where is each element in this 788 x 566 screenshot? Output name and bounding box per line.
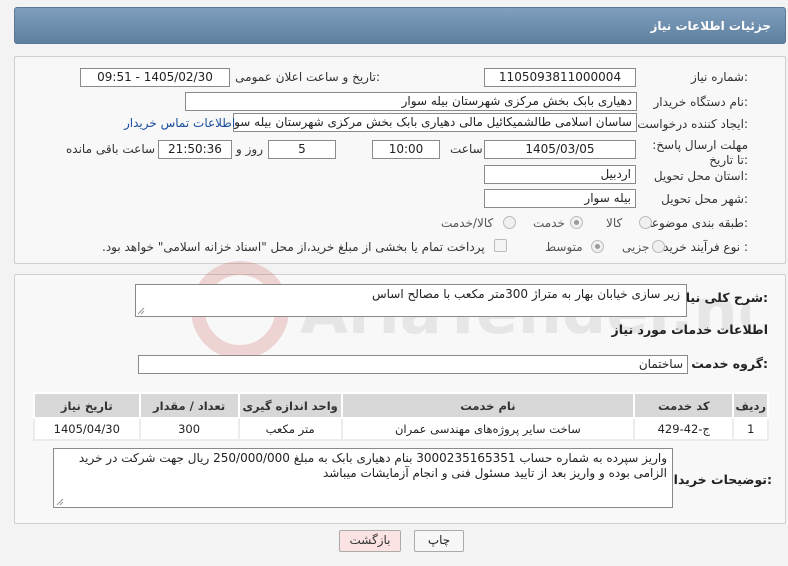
creator-field[interactable]: ساسان اسلامی طالشمیکائیل مالی دهیاری باب… <box>233 113 637 132</box>
announce-datetime-label: تاریخ و ساعت اعلان عمومی: <box>235 70 380 84</box>
cell-qty: 300 <box>138 417 240 441</box>
creator-label: ایجاد کننده درخواست: <box>637 117 748 131</box>
col-date: تاریخ نیاز <box>33 392 141 419</box>
summary-label: شرح کلی نیاز: <box>678 290 769 305</box>
cell-date: 1405/04/30 <box>33 417 141 441</box>
buyer-contact-link[interactable]: اطلاعات تماس خریدار <box>124 116 235 130</box>
category-goods-label: کالا <box>606 216 623 230</box>
col-unit: واحد اندازه گیری <box>237 392 343 419</box>
summary-textarea[interactable]: زیر سازی خیابان بهار به متراژ 300متر مکع… <box>135 284 687 317</box>
province-field[interactable]: اردبیل <box>484 165 636 184</box>
cell-unit: متر مکعب <box>237 417 343 441</box>
need-number-label: شماره نیاز: <box>690 70 748 84</box>
services-table: ردیف کد خدمت نام خدمت واحد اندازه گیری ت… <box>33 392 769 441</box>
resize-handle-icon[interactable] <box>137 307 145 315</box>
cell-name: ساخت سایر پروژه‌های مهندسی عمران <box>340 417 636 441</box>
announce-datetime-field[interactable]: 1405/02/30 - 09:51 <box>80 68 230 87</box>
buyer-notes-textarea[interactable]: واریز سپرده به شماره حساب 3000235165351 … <box>53 448 673 508</box>
process-medium-label: متوسط <box>545 240 583 254</box>
process-minor-label: جزیی <box>622 240 650 254</box>
treasury-payment-note: پرداخت تمام یا بخشی از مبلغ خرید،از محل … <box>102 240 485 254</box>
col-row: ردیف <box>732 392 769 419</box>
buyer-org-label: نام دستگاه خریدار: <box>653 95 749 109</box>
page-header: جزئیات اطلاعات نیاز <box>14 7 786 44</box>
service-group-field[interactable]: ساختمان <box>138 355 688 374</box>
category-service-label: خدمت <box>533 216 565 230</box>
back-button[interactable]: بازگشت <box>339 530 401 552</box>
summary-text: زیر سازی خیابان بهار به متراژ 300متر مکع… <box>372 287 680 301</box>
table-header-row: ردیف کد خدمت نام خدمت واحد اندازه گیری ت… <box>33 392 769 419</box>
process-minor-radio[interactable] <box>652 240 665 253</box>
col-code: کد خدمت <box>633 392 735 419</box>
service-group-label: گروه خدمت: <box>691 356 768 371</box>
treasury-payment-checkbox[interactable] <box>494 239 507 252</box>
cell-code: ج-42-429 <box>633 417 735 441</box>
category-label: طبقه بندی موضوعی: <box>641 216 748 230</box>
days-label: روز و <box>236 142 263 156</box>
deadline-time-field[interactable]: 10:00 <box>372 140 440 159</box>
col-name: نام خدمت <box>340 392 636 419</box>
remaining-time-label: ساعت باقی مانده <box>66 142 156 156</box>
city-field[interactable]: بیله سوار <box>484 189 636 208</box>
col-qty: تعداد / مقدار <box>138 392 240 419</box>
deadline-time-label: ساعت <box>450 142 483 156</box>
table-row[interactable]: 1 ج-42-429 ساخت سایر پروژه‌های مهندسی عم… <box>33 417 769 441</box>
buyer-notes-text: واریز سپرده به شماره حساب 3000235165351 … <box>78 451 667 480</box>
remaining-days-field[interactable]: 5 <box>268 140 336 159</box>
deadline-date-field[interactable]: 1405/03/05 <box>484 140 636 159</box>
print-button[interactable]: چاپ <box>414 530 464 552</box>
page-title: جزئیات اطلاعات نیاز <box>650 19 771 33</box>
buyer-org-field[interactable]: دهیاری بابک بخش مرکزی شهرستان بیله سوار <box>185 92 637 111</box>
province-label: استان محل تحویل: <box>653 169 748 183</box>
category-goods-radio[interactable] <box>639 216 652 229</box>
services-section-title: اطلاعات خدمات مورد نیاز <box>611 322 769 337</box>
deadline-label: مهلت ارسال پاسخ: تا تاریخ: <box>652 138 748 167</box>
cell-row: 1 <box>732 417 769 441</box>
process-medium-radio[interactable] <box>591 240 604 253</box>
need-number-field[interactable]: 1105093811000004 <box>484 68 636 87</box>
buyer-notes-label: توضیحات خریدار: <box>666 472 772 487</box>
category-goods-service-radio[interactable] <box>503 216 516 229</box>
resize-handle-icon[interactable] <box>56 498 64 506</box>
city-label: شهر محل تحویل: <box>661 192 748 206</box>
remaining-time-field[interactable]: 21:50:36 <box>158 140 232 159</box>
process-type-label: نوع فرآیند خرید : <box>663 240 748 254</box>
category-service-radio[interactable] <box>570 216 583 229</box>
category-goods-service-label: کالا/خدمت <box>441 216 494 230</box>
